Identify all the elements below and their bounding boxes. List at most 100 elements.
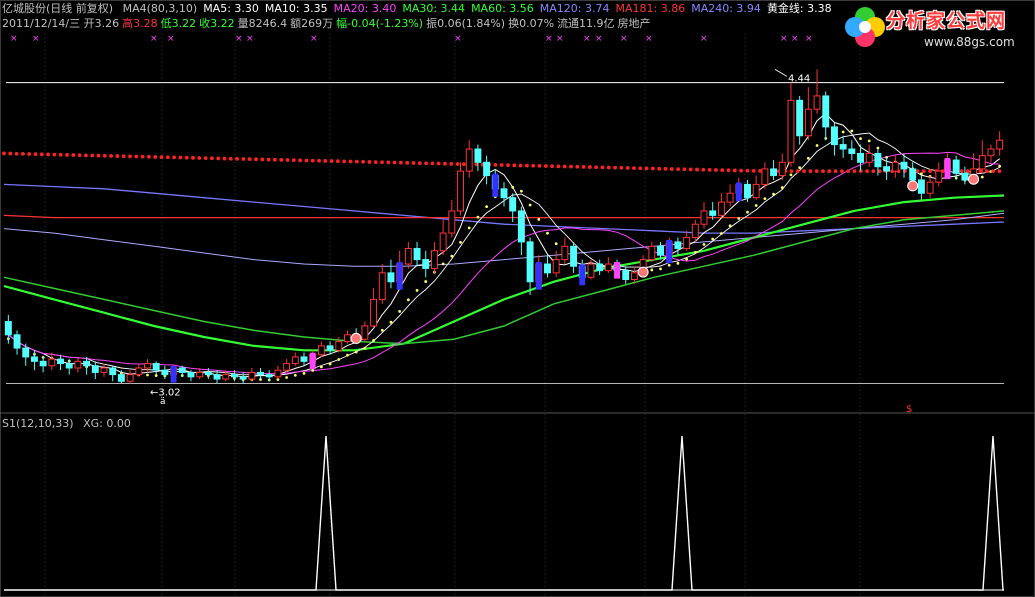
candle-body xyxy=(448,210,456,234)
marker-x: × xyxy=(246,34,254,44)
resistance-dot xyxy=(644,166,649,171)
resistance-dot xyxy=(556,164,561,169)
signal-ball xyxy=(637,266,649,278)
candle-body xyxy=(300,356,308,362)
candle-body xyxy=(344,334,351,342)
resistance-dot xyxy=(260,157,265,162)
gold-dot xyxy=(528,203,532,207)
candle-body xyxy=(335,340,343,351)
resistance-dot xyxy=(984,169,989,174)
resistance-dot xyxy=(991,169,995,174)
gold-dot xyxy=(746,210,749,214)
indicator-label: MA4(80,3,10) xyxy=(122,2,198,15)
resistance-dot xyxy=(241,157,246,161)
resistance-dot xyxy=(512,163,517,168)
candle-body xyxy=(144,363,151,369)
resistance-dot xyxy=(966,169,970,174)
resistance-dot xyxy=(575,164,580,169)
ma-line xyxy=(3,210,1005,345)
resistance-dot xyxy=(915,169,920,174)
gold-dot xyxy=(702,243,706,246)
marker-x: × xyxy=(167,34,175,44)
candle-body xyxy=(691,223,699,238)
resistance-dot xyxy=(254,157,258,162)
candle-body xyxy=(839,144,847,150)
indicator-label: MA10: 3.35 xyxy=(264,2,328,15)
resistance-dot xyxy=(58,152,63,157)
resistance-dot xyxy=(550,164,554,169)
resistance-dot xyxy=(323,159,328,163)
resistance-dot xyxy=(959,169,964,174)
candle-body xyxy=(178,367,186,373)
quote-field: 幅-0.04(-1.23%) xyxy=(336,17,424,30)
candle-body xyxy=(926,181,934,194)
candle-body xyxy=(596,263,604,272)
candle-body xyxy=(657,245,664,256)
indicator-label: MA20: 3.40 xyxy=(333,2,397,15)
candle-body xyxy=(935,170,943,183)
signal-bar xyxy=(170,365,177,383)
resistance-dot xyxy=(682,167,687,172)
resistance-dot xyxy=(317,158,321,163)
candle-body xyxy=(265,374,273,378)
candle-body xyxy=(996,139,1004,150)
resistance-dot xyxy=(77,153,82,158)
resistance-dot xyxy=(191,155,195,160)
resistance-dot xyxy=(751,168,756,173)
quote-field: 低3.22 xyxy=(160,17,197,30)
marker-s: $ xyxy=(906,404,912,415)
resistance-dot xyxy=(109,154,113,158)
resistance-dot xyxy=(39,152,44,157)
resistance-dot xyxy=(178,155,183,160)
gold-dot xyxy=(441,262,445,266)
candle-body xyxy=(909,168,917,181)
resistance-dot xyxy=(569,164,573,169)
candle-body xyxy=(361,325,369,340)
gold-dot xyxy=(711,237,715,241)
gold-dot xyxy=(146,373,149,377)
candle-body xyxy=(700,210,708,225)
quote-field: 振0.06(1.84%) xyxy=(426,17,506,30)
indicator-label: MA120: 3.74 xyxy=(539,2,610,15)
candle-body xyxy=(100,367,108,373)
candle-body xyxy=(500,188,508,199)
gold-dot xyxy=(319,365,323,369)
resistance-dot xyxy=(688,167,693,172)
resistance-dot xyxy=(537,164,542,168)
resistance-dot xyxy=(840,169,844,174)
candlestick-chart[interactable]: × × × × × × × × × × × × × × × × × ×4.44←3.02ä$ xyxy=(0,0,1035,597)
resistance-dot xyxy=(758,169,762,173)
gold-dot xyxy=(328,362,332,366)
resistance-dot xyxy=(802,169,806,174)
stock-chart-window: × × × × × × × × × × × × × × × × × × 4.44 ←3.02 ä $ 亿城股份(日线 前复… xyxy=(0,0,1035,597)
quote-field: 房地产 xyxy=(617,17,651,30)
candle-body xyxy=(274,369,282,378)
resistance-dot xyxy=(701,167,706,172)
sub-indicator-header: S1(12,10,33) XG: 0.00 xyxy=(2,417,137,430)
gold-dot xyxy=(363,346,367,350)
marker-x: × xyxy=(595,34,603,44)
gold-dot xyxy=(537,217,541,221)
candle-body xyxy=(770,168,778,177)
indicator-label: MA60: 3.56 xyxy=(471,2,534,15)
candle-body xyxy=(874,152,882,168)
resistance-dot xyxy=(821,169,825,174)
resistance-dot xyxy=(669,167,674,171)
quote-field: 流通11.9亿 xyxy=(557,17,615,30)
gold-dot xyxy=(841,130,845,134)
candle-body xyxy=(91,365,99,373)
candle-body xyxy=(57,358,64,365)
resistance-dot xyxy=(399,160,403,165)
marker-x: × xyxy=(805,34,813,44)
resistance-dot xyxy=(8,151,13,156)
candle-body xyxy=(744,183,751,199)
resistance-dot xyxy=(134,154,139,159)
resistance-dot xyxy=(102,153,107,158)
resistance-dot xyxy=(493,162,498,167)
gold-dot xyxy=(719,232,723,235)
resistance-dot xyxy=(594,165,599,170)
candle-body xyxy=(248,371,256,380)
resistance-dot xyxy=(808,169,813,174)
resistance-dot xyxy=(266,157,271,162)
quote-header: 2011/12/14/三 开3.26 高3.28 低3.22 收3.22 量8246.4… xyxy=(2,17,654,30)
